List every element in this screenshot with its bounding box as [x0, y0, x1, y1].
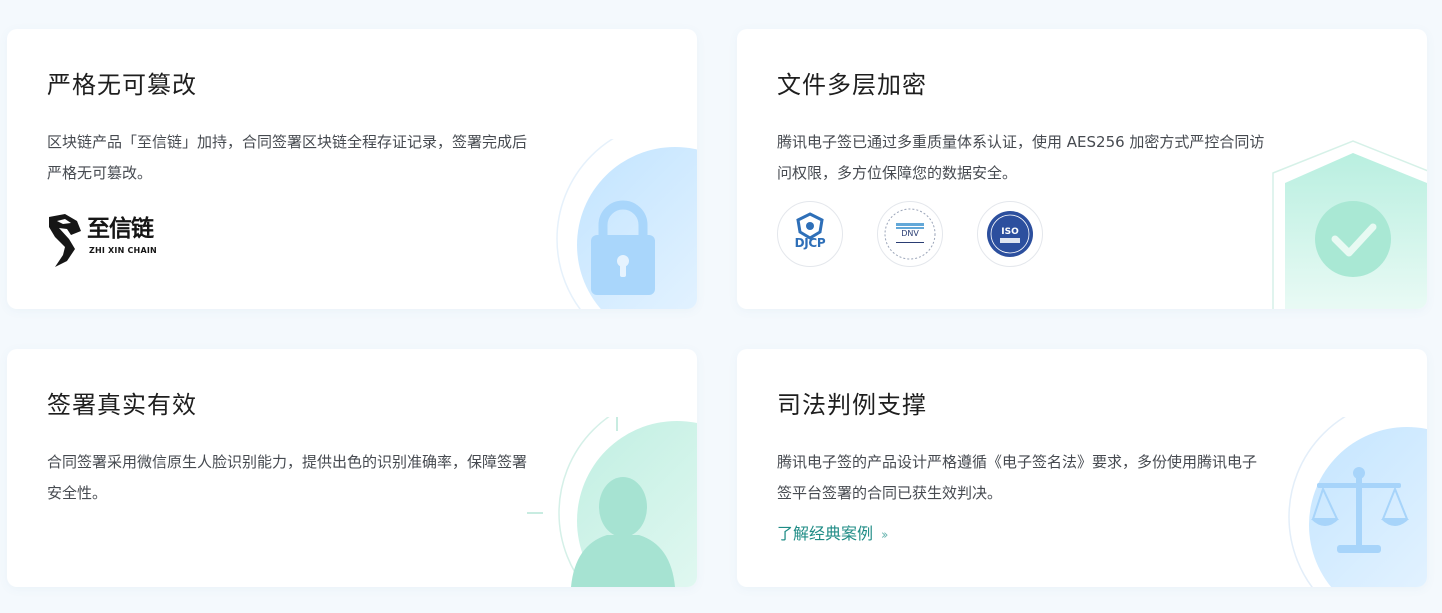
feature-card-judicial-cases: 司法判例支撑 腾讯电子签的产品设计严格遵循《电子签名法》要求，多份使用腾讯电子签…	[737, 349, 1427, 587]
card-title: 签署真实有效	[47, 391, 197, 419]
iso-badge: ISO	[977, 201, 1043, 267]
double-chevron-right-icon: ››	[881, 528, 889, 543]
user-avatar-icon	[527, 417, 697, 587]
card-title: 司法判例支撑	[777, 391, 927, 419]
classic-cases-link[interactable]: 了解经典案例 ››	[777, 523, 889, 547]
card-title: 严格无可篡改	[47, 71, 197, 99]
zhixin-chain-logo: 至信链 ZHI XIN CHAIN	[47, 213, 177, 269]
card-description: 腾讯电子签的产品设计严格遵循《电子签名法》要求，多份使用腾讯电子签平台签署的合同…	[777, 453, 1258, 502]
cert-label: ISO	[1001, 227, 1019, 237]
cert-label: DJCP	[794, 236, 826, 250]
zhixin-chain-mark-icon	[49, 214, 81, 267]
card-description: 合同签署采用微信原生人脸识别能力，提供出色的识别准确率，保障签署安全性。	[47, 453, 528, 502]
shield-check-icon	[1272, 140, 1427, 309]
feature-card-authentic-signing: 签署真实有效 合同签署采用微信原生人脸识别能力，提供出色的识别准确率，保障签署安…	[7, 349, 697, 587]
cert-label: DNV	[901, 229, 919, 238]
dnv-badge: DNV	[877, 201, 943, 267]
certification-badges: DJCP DNV ISO	[777, 201, 1077, 269]
lock-icon	[556, 139, 697, 309]
feature-card-encryption: 文件多层加密 腾讯电子签已通过多重质量体系认证，使用 AES256 加密方式严控…	[737, 29, 1427, 309]
link-label[interactable]: 了解经典案例	[777, 524, 873, 543]
scale-icon	[1288, 417, 1427, 587]
card-title: 文件多层加密	[777, 71, 927, 99]
feature-card-tamper-proof: 严格无可篡改 区块链产品「至信链」加持，合同签署区块链全程存证记录，签署完成后严…	[7, 29, 697, 309]
brand-subname: ZHI XIN CHAIN	[89, 246, 157, 255]
brand-name: 至信链	[87, 216, 154, 242]
card-description: 腾讯电子签已通过多重质量体系认证，使用 AES256 加密方式严控合同访问权限，…	[777, 133, 1265, 182]
djcp-badge: DJCP	[777, 201, 843, 267]
card-description: 区块链产品「至信链」加持，合同签署区块链全程存证记录，签署完成后严格无可篡改。	[47, 133, 528, 182]
djcp-emblem-icon	[796, 212, 824, 240]
